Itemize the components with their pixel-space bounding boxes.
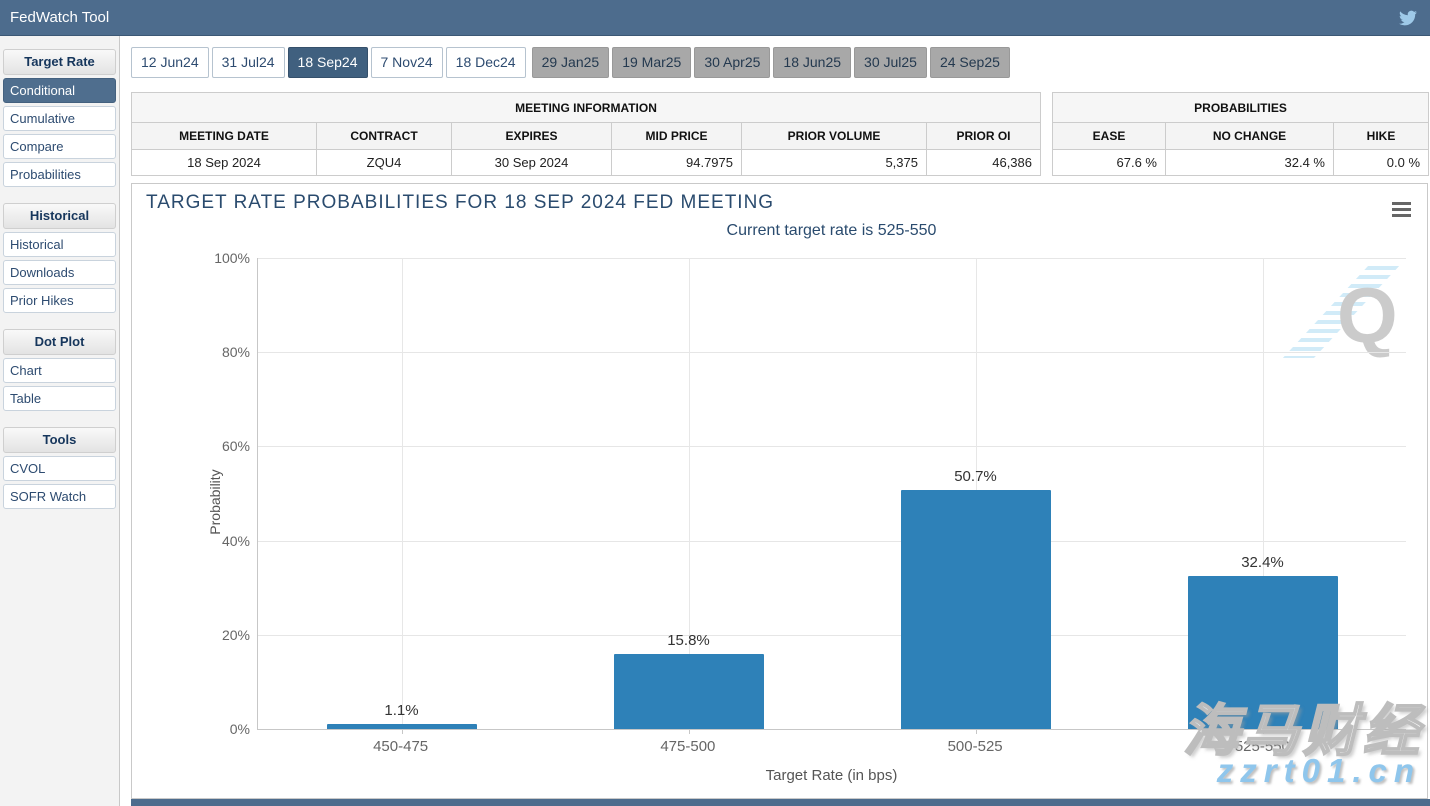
col-meeting-date: MEETING DATE (132, 123, 317, 150)
col-prior-volume: PRIOR VOLUME (742, 123, 927, 150)
sidebar-item-probabilities[interactable]: Probabilities (3, 162, 116, 187)
probabilities-table: PROBABILITIES EASE NO CHANGE HIKE 67.6 %… (1052, 92, 1429, 176)
sidebar-item-sofr-watch[interactable]: SOFR Watch (3, 484, 116, 509)
col-expires: EXPIRES (452, 123, 612, 150)
y-tick-label: 60% (202, 438, 250, 454)
bar-value-label: 32.4% (1241, 554, 1284, 571)
sidebar-item-prior-hikes[interactable]: Prior Hikes (3, 288, 116, 313)
col-hike: HIKE (1334, 123, 1429, 150)
twitter-icon[interactable] (1398, 9, 1418, 27)
col-ease: EASE (1053, 123, 1166, 150)
bar-500-525[interactable] (901, 490, 1051, 729)
x-tick-label: 500-525 (832, 738, 1119, 755)
category-450-475: 1.1% (258, 258, 545, 729)
expires-value: 30 Sep 2024 (452, 150, 612, 176)
app-title: FedWatch Tool (0, 9, 109, 26)
category-525-550: 32.4% (1119, 258, 1406, 729)
meeting-tabs: 12 Jun24 31 Jul24 18 Sep24 7 Nov24 18 De… (131, 47, 1013, 78)
chart-title: TARGET RATE PROBABILITIES FOR 18 SEP 202… (146, 192, 774, 214)
sidebar-section-target-rate: Target Rate (3, 49, 116, 75)
col-mid-price: MID PRICE (612, 123, 742, 150)
col-prior-oi: PRIOR OI (927, 123, 1041, 150)
app-header: FedWatch Tool (0, 0, 1430, 36)
col-contract: CONTRACT (317, 123, 452, 150)
y-tick-label: 0% (202, 721, 250, 737)
bar-475-500[interactable] (614, 654, 764, 729)
tab-18-dec24[interactable]: 18 Dec24 (446, 47, 526, 78)
sidebar-item-conditional[interactable]: Conditional (3, 78, 116, 103)
fedwatch-page: FedWatch Tool Target Rate Conditional Cu… (0, 0, 1430, 806)
sidebar-item-cvol[interactable]: CVOL (3, 456, 116, 481)
x-tick (976, 729, 977, 734)
plot-area: 100% 80% 60% 40% 20% 0% Probability 1.1%… (257, 258, 1406, 730)
bar-value-label: 1.1% (384, 702, 418, 719)
bar-series: 1.1% 15.8% 50.7% 32.4% (258, 258, 1406, 729)
bar-value-label: 50.7% (954, 468, 997, 485)
sidebar-item-table[interactable]: Table (3, 386, 116, 411)
meeting-info-title: MEETING INFORMATION (132, 93, 1041, 123)
tab-31-jul24[interactable]: 31 Jul24 (212, 47, 285, 78)
chart-menu-icon[interactable] (1392, 202, 1411, 220)
y-tick-label: 80% (202, 344, 250, 360)
x-tick (402, 729, 403, 734)
tab-19-mar25[interactable]: 19 Mar25 (612, 47, 691, 78)
prior-volume-value: 5,375 (742, 150, 927, 176)
category-475-500: 15.8% (545, 258, 832, 729)
y-tick-label: 100% (202, 250, 250, 266)
x-tick (689, 729, 690, 734)
tab-29-jan25[interactable]: 29 Jan25 (532, 47, 610, 78)
tab-30-apr25[interactable]: 30 Apr25 (694, 47, 770, 78)
tab-18-sep24[interactable]: 18 Sep24 (288, 47, 368, 78)
prior-oi-value: 46,386 (927, 150, 1041, 176)
probabilities-title: PROBABILITIES (1053, 93, 1429, 123)
bar-value-label: 15.8% (667, 632, 710, 649)
contract-value: ZQU4 (317, 150, 452, 176)
sidebar-item-downloads[interactable]: Downloads (3, 260, 116, 285)
mid-price-value: 94.7975 (612, 150, 742, 176)
ease-value: 67.6 % (1053, 150, 1166, 176)
sidebar-item-compare[interactable]: Compare (3, 134, 116, 159)
no-change-value: 32.4 % (1166, 150, 1334, 176)
category-500-525: 50.7% (832, 258, 1119, 729)
sidebar: Target Rate Conditional Cumulative Compa… (0, 36, 120, 806)
sidebar-section-tools: Tools (3, 427, 116, 453)
chart-subtitle: Current target rate is 525-550 (257, 222, 1406, 240)
hike-value: 0.0 % (1334, 150, 1429, 176)
sidebar-section-dot-plot: Dot Plot (3, 329, 116, 355)
tab-24-sep25[interactable]: 24 Sep25 (930, 47, 1010, 78)
meeting-date-value: 18 Sep 2024 (132, 150, 317, 176)
x-tick-label: 450-475 (257, 738, 544, 755)
y-tick-label: 20% (202, 627, 250, 643)
col-no-change: NO CHANGE (1166, 123, 1334, 150)
bar-450-475[interactable] (327, 724, 477, 729)
y-axis-title: Probability (207, 457, 223, 547)
tab-12-jun24[interactable]: 12 Jun24 (131, 47, 209, 78)
tab-7-nov24[interactable]: 7 Nov24 (371, 47, 443, 78)
x-tick-label: 475-500 (544, 738, 831, 755)
tab-18-jun25[interactable]: 18 Jun25 (773, 47, 851, 78)
tab-30-jul25[interactable]: 30 Jul25 (854, 47, 927, 78)
site-watermark-url: zzrt01.cn (1217, 752, 1421, 790)
sidebar-item-historical[interactable]: Historical (3, 232, 116, 257)
sidebar-item-chart[interactable]: Chart (3, 358, 116, 383)
footer-bar (131, 799, 1430, 806)
meeting-info-table: MEETING INFORMATION MEETING DATE CONTRAC… (131, 92, 1041, 176)
sidebar-section-historical: Historical (3, 203, 116, 229)
sidebar-item-cumulative[interactable]: Cumulative (3, 106, 116, 131)
chart-panel: TARGET RATE PROBABILITIES FOR 18 SEP 202… (131, 183, 1428, 799)
